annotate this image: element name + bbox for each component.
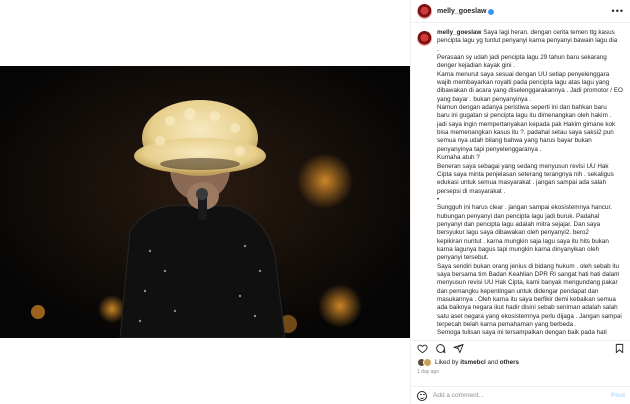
caption-line: Saya sendiri bukan orang jenius di bidan…: [437, 262, 620, 270]
caption-line: semua nya udah bilang bahwa yang harus b…: [437, 137, 592, 145]
caption-line: Semoga tulisan saya ini tersampaikan den…: [437, 329, 607, 337]
caption-line: Karna menurut saya sesuai dengan UU seti…: [437, 70, 610, 78]
caption-line: terpecah belah karna pemahaman yang berb…: [437, 321, 577, 329]
caption-line: Sungguh ini harus clear . jangan sampai …: [437, 204, 613, 212]
caption-line: Namun dengan adanya peristiwa seperti in…: [437, 104, 607, 112]
caption-line: penyanyi dan pencipta lagu adalah mitra …: [437, 220, 601, 228]
caption-line: baru ini gugatan si pencipta lagu itu di…: [437, 112, 612, 120]
caption-line: satu aset negara yang ekosistemnya perlu…: [437, 312, 622, 320]
likes-middle: and: [485, 359, 500, 366]
caption-line: yang bayar . bukan penyanyinya .: [437, 95, 532, 103]
likes-prefix: Liked by: [435, 359, 461, 366]
caption-line: •: [437, 195, 440, 203]
liker-avatar: [423, 358, 432, 367]
singer-photo: [0, 66, 410, 338]
more-horizontal-icon[interactable]: •••: [612, 6, 624, 16]
heart-icon[interactable]: [417, 343, 428, 354]
post-actions: [411, 340, 630, 356]
post-username[interactable]: melly_goeslaw: [437, 8, 486, 15]
caption-line: penyanyi tersebut.: [437, 254, 489, 262]
caption-line: dan pemangku kepentingan untuk didengar …: [437, 287, 599, 295]
likes-others-link[interactable]: others: [500, 359, 519, 366]
caption-line: bisa memenangkan kasus itu ?. padahal se…: [437, 129, 614, 137]
caption-line: denger kejadian kayak gini .: [437, 62, 516, 70]
post-comment-button[interactable]: Post: [611, 392, 625, 399]
caption-line: jadi saya ingin mempertanyakan kepada pa…: [437, 120, 616, 128]
caption-line: masukannya . Oleh karna itu saya berfiki…: [437, 296, 616, 303]
caption-line: .: [437, 45, 439, 53]
caption: melly_goeslaw Saya lagi heran. dengan ce…: [411, 25, 630, 340]
emoji-icon[interactable]: [417, 390, 427, 401]
post-side-panel: melly_goeslaw ••• melly_goeslaw Saya lag…: [410, 0, 630, 404]
caption-line: penyanyinya tapi penyelenggaranya .: [437, 145, 542, 153]
caption-block: melly_goeslaw Saya lagi heran. dengan ce…: [417, 29, 625, 338]
comment-icon[interactable]: [435, 343, 446, 354]
caption-line: saya bersama tim Badan Keahlian DPR RI s…: [437, 270, 620, 278]
caption-line: dibawakan di acara yang diselenggarakann…: [437, 87, 623, 95]
post-timestamp[interactable]: 1 day ago: [417, 369, 439, 375]
caption-line: edukasi untuk semua masyarakat . jangan …: [437, 179, 607, 187]
caption-avatar[interactable]: [417, 31, 432, 46]
post-image[interactable]: [0, 66, 410, 338]
caption-line: wajib membayarkan royalti pada pencipta …: [437, 79, 610, 87]
caption-text: melly_goeslaw Saya lagi heran. dengan ce…: [437, 29, 625, 338]
comment-input[interactable]: [433, 392, 583, 399]
caption-line: ada baiknya negara ikut hadir disini seb…: [437, 304, 618, 312]
verified-badge-icon: [488, 9, 495, 15]
caption-username[interactable]: melly_goeslaw: [437, 29, 481, 36]
caption-line: karna lagunya bagus tapi mungkin karna d…: [437, 245, 600, 253]
send-icon[interactable]: [453, 343, 464, 354]
likes-summary: Liked by itsmebcl and others: [417, 358, 519, 367]
caption-line: menyusun revisi UU Hak Cipta, kami banya…: [437, 279, 618, 287]
caption-line: Beneran saya sebagai yang sedang menyusu…: [437, 162, 609, 170]
post-header: melly_goeslaw •••: [411, 0, 630, 23]
caption-line-text: Saya lagi heran. dengan cerita temen ttg…: [483, 29, 615, 36]
liker-username[interactable]: itsmebcl: [460, 359, 486, 366]
caption-line: persepsi di masyarakat .: [437, 187, 506, 195]
caption-line: Cipta saya minta penjelasan seterang ter…: [437, 170, 614, 178]
caption-line: pencipta lagu yg tuntut penyanyi karna p…: [437, 37, 618, 45]
caption-line: Kumaha atuh ?: [437, 154, 480, 162]
likes-text: Liked by itsmebcl and others: [435, 359, 519, 366]
avatar[interactable]: [417, 3, 432, 19]
caption-line: melly_goeslaw Saya lagi heran. dengan ce…: [437, 29, 625, 37]
caption-line: bersyukur lagu saya dibawakan oleh penya…: [437, 229, 589, 237]
bookmark-icon[interactable]: [614, 343, 625, 354]
caption-line: hubungan penyanyi dan pencipta lagu jadi…: [437, 212, 600, 220]
comment-bar: Post: [411, 386, 630, 404]
caption-line: Perasaan sy udah jadi pencipta lagu 29 t…: [437, 54, 607, 62]
post-photo-panel: [0, 0, 410, 404]
caption-line: kepikiran nuntut . karna mungkin saja la…: [437, 237, 609, 245]
